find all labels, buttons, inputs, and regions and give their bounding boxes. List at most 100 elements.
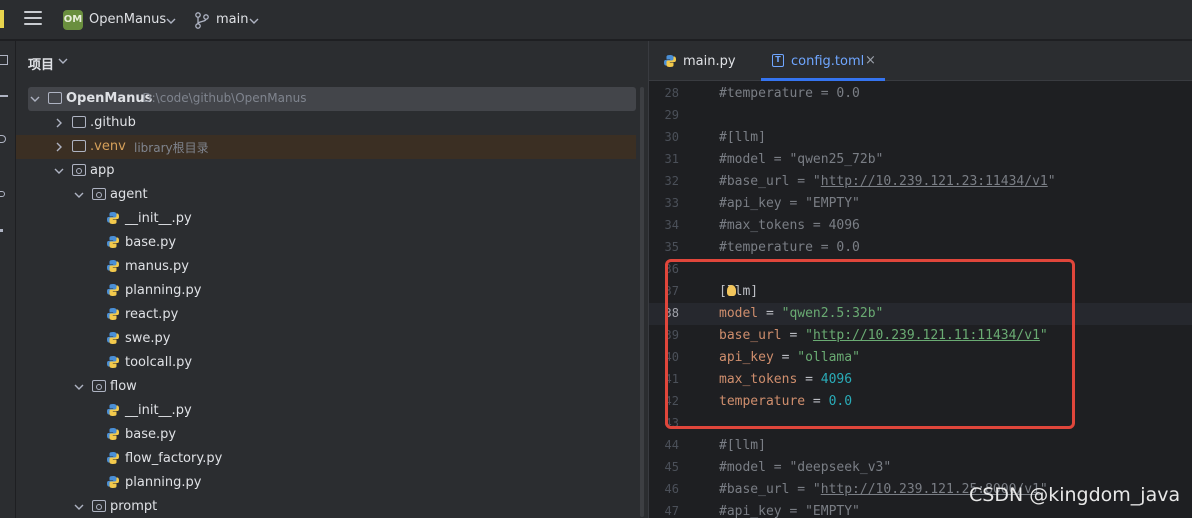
python-file-icon — [107, 476, 119, 488]
tree-item-label: planning.py — [125, 475, 202, 490]
tree-item-label: toolcall.py — [125, 355, 193, 370]
tree-folder-item[interactable]: .venv library根目录 — [16, 135, 636, 159]
line-number: 30 — [664, 130, 679, 144]
code-line[interactable]: 28 #temperature = 0.0 — [649, 83, 1192, 105]
tree-item-label: app — [90, 163, 115, 178]
code-text: #temperature = 0.0 — [719, 86, 860, 101]
main-menu-icon[interactable] — [24, 11, 42, 27]
code-line[interactable]: 30 #[llm] — [649, 127, 1192, 149]
panel-title[interactable]: 项目 — [28, 54, 54, 73]
title-bar: OM OpenManus main — [0, 0, 1192, 40]
tab-main-py[interactable]: main.py — [661, 41, 745, 81]
structure-tool-icon[interactable] — [0, 135, 6, 143]
tree-folder-item[interactable]: app — [16, 159, 636, 183]
python-file-icon — [107, 308, 119, 320]
python-file-icon — [107, 236, 119, 248]
tree-folder-item[interactable]: OpenManus D:\code\github\OpenManus — [28, 87, 636, 111]
tab-label: config.toml — [791, 54, 865, 69]
code-text: #api_key = "EMPTY" — [719, 504, 860, 518]
python-file-icon — [107, 332, 119, 344]
editor-tab-bar: main.py T config.toml × — [649, 41, 1192, 81]
tree-file-item[interactable]: base.py — [16, 423, 636, 447]
code-text: #model = "deepseek_v3" — [719, 460, 892, 475]
plugin-tool-icon[interactable] — [0, 191, 5, 197]
line-number: 46 — [664, 482, 679, 496]
git-branch-icon[interactable] — [194, 11, 210, 29]
folder-icon — [72, 116, 86, 128]
tree-folder-item[interactable]: agent — [16, 183, 636, 207]
tree-file-item[interactable]: react.py — [16, 303, 636, 327]
python-file-icon — [107, 428, 119, 440]
line-number: 45 — [664, 460, 679, 474]
project-selector[interactable]: OpenManus — [89, 12, 166, 27]
code-line[interactable]: 29 — [649, 105, 1192, 127]
code-line[interactable]: 32 #base_url = "http://10.239.121.23:1143… — [649, 171, 1192, 193]
tree-file-item[interactable]: planning.py — [16, 471, 636, 495]
branch-selector[interactable]: main — [216, 12, 248, 27]
code-line[interactable]: 45 #model = "deepseek_v3" — [649, 457, 1192, 479]
tree-folder-item[interactable]: .github — [16, 111, 636, 135]
tree-item-label: manus.py — [125, 259, 189, 274]
code-line[interactable]: 35 #temperature = 0.0 — [649, 237, 1192, 259]
line-number: 31 — [664, 152, 679, 166]
tree-file-item[interactable]: flow_factory.py — [16, 447, 636, 471]
tree-file-item[interactable]: manus.py — [16, 255, 636, 279]
tree-item-label: flow_factory.py — [125, 451, 223, 466]
toml-file-icon: T — [772, 54, 784, 67]
chevron-down-icon[interactable] — [166, 16, 176, 26]
chevron-right-icon[interactable] — [54, 142, 64, 152]
highlight-annotation — [665, 259, 1075, 429]
folder-icon — [72, 140, 86, 152]
code-line[interactable]: 31 #model = "qwen25_72b" — [649, 149, 1192, 171]
chevron-down-icon[interactable] — [74, 502, 84, 512]
line-number: 34 — [664, 218, 679, 232]
chevron-right-icon[interactable] — [54, 118, 64, 128]
project-badge[interactable]: OM — [63, 10, 83, 30]
line-number: 44 — [664, 438, 679, 452]
chevron-down-icon[interactable] — [74, 190, 84, 200]
code-line[interactable]: 33 #api_key = "EMPTY" — [649, 193, 1192, 215]
tree-folder-item[interactable]: prompt — [16, 495, 636, 518]
chevron-down-icon[interactable] — [54, 166, 64, 176]
chevron-down-icon[interactable] — [30, 94, 40, 104]
python-file-icon — [664, 55, 676, 67]
more-tools-icon[interactable] — [0, 229, 3, 232]
code-text: #[llm] — [719, 130, 766, 145]
tree-item-label: planning.py — [125, 283, 202, 298]
chevron-down-icon[interactable] — [58, 56, 68, 66]
close-icon[interactable]: × — [865, 53, 876, 68]
tree-file-item[interactable]: __init__.py — [16, 399, 636, 423]
tree-item-label: __init__.py — [125, 211, 192, 226]
tool-window-strip — [0, 41, 16, 518]
commit-tool-icon[interactable] — [0, 95, 8, 97]
chevron-down-icon[interactable] — [249, 16, 259, 26]
tab-config-toml[interactable]: T config.toml × — [761, 41, 885, 81]
folder-icon — [92, 500, 106, 512]
tree-file-item[interactable]: toolcall.py — [16, 351, 636, 375]
tree-file-item[interactable]: swe.py — [16, 327, 636, 351]
project-tool-icon[interactable] — [0, 55, 8, 65]
ide-logo-icon[interactable] — [0, 10, 4, 28]
code-text: #api_key = "EMPTY" — [719, 196, 860, 211]
scrollbar[interactable] — [640, 87, 644, 517]
python-file-icon — [107, 356, 119, 368]
tree-item-hint: library根目录 — [134, 141, 209, 155]
tree-file-item[interactable]: __init__.py — [16, 207, 636, 231]
tree-folder-item[interactable]: flow — [16, 375, 636, 399]
line-number: 32 — [664, 174, 679, 188]
tree-item-label: base.py — [125, 235, 177, 250]
line-number: 35 — [664, 240, 679, 254]
folder-icon — [48, 92, 62, 104]
folder-icon — [72, 164, 86, 176]
code-line[interactable]: 34 #max_tokens = 4096 — [649, 215, 1192, 237]
code-text: #[llm] — [719, 438, 766, 453]
line-number: 33 — [664, 196, 679, 210]
tab-label: main.py — [683, 54, 736, 69]
tree-file-item[interactable]: planning.py — [16, 279, 636, 303]
line-number: 29 — [664, 108, 679, 122]
tree-item-label: .venv — [90, 139, 126, 154]
tree-file-item[interactable]: base.py — [16, 231, 636, 255]
code-line[interactable]: 44 #[llm] — [649, 435, 1192, 457]
project-panel: 项目 OpenManus D:\code\github\OpenManus .git… — [16, 41, 648, 518]
chevron-down-icon[interactable] — [74, 382, 84, 392]
